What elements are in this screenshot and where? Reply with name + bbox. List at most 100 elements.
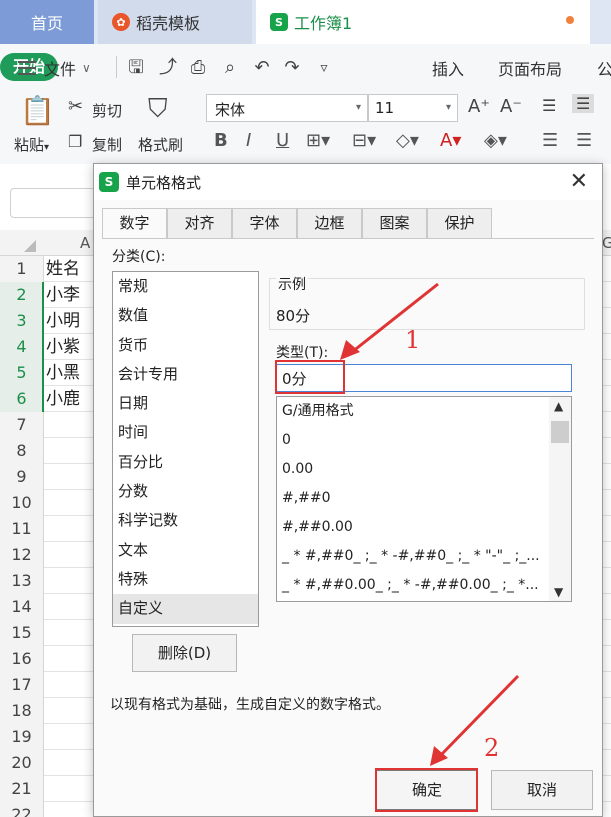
category-item[interactable]: 货币 xyxy=(113,331,258,360)
row-number[interactable]: 14 xyxy=(0,594,44,620)
category-item[interactable]: 自定义 xyxy=(113,594,258,624)
type-option[interactable]: 0.00 xyxy=(277,455,547,484)
category-item[interactable]: 科学记数 xyxy=(113,506,258,535)
cell-a[interactable]: 小鹿 xyxy=(46,386,80,412)
type-option[interactable]: _ * #,##0.00_ ;_ * -#,##0.00_ ;_ *... xyxy=(277,571,547,600)
row-number[interactable]: 15 xyxy=(0,620,44,646)
column-a-label[interactable]: A xyxy=(80,234,90,252)
redo-icon[interactable]: ↷ xyxy=(282,58,302,78)
category-item[interactable]: 分数 xyxy=(113,477,258,506)
copy-button[interactable]: 复制 xyxy=(92,134,122,155)
paste-icon[interactable]: 📋 xyxy=(20,94,55,127)
format-painter-button[interactable]: 格式刷 xyxy=(138,134,183,155)
cut-button[interactable]: 剪切 xyxy=(92,100,122,121)
cell-a[interactable]: 小黑 xyxy=(46,360,80,386)
type-list-scrollbar[interactable]: ▲ ▼ xyxy=(549,397,571,601)
type-option[interactable]: G/通用格式 xyxy=(277,397,547,426)
dialog-tab[interactable]: 数字 xyxy=(102,208,167,239)
scroll-up-icon[interactable]: ▲ xyxy=(554,399,563,413)
row-number[interactable]: 22 xyxy=(0,802,44,817)
type-option[interactable]: _ * #,##0_ ;_ * -#,##0_ ;_ * "-"_ ;_... xyxy=(277,542,547,571)
row-number[interactable]: 8 xyxy=(0,438,44,464)
undo-icon[interactable]: ↶ xyxy=(252,58,272,78)
customize-toolbar-icon[interactable]: ▿ xyxy=(314,58,334,78)
close-icon[interactable]: ✕ xyxy=(570,169,588,194)
category-list[interactable]: 常规 数值 货币 会计专用 日期 时间 百分比 分数 科学记数 文本 特殊 自定义 xyxy=(112,271,259,627)
type-option[interactable]: #,##0.00 xyxy=(277,513,547,542)
row-number[interactable]: 10 xyxy=(0,490,44,516)
fill-color-icon[interactable]: ◇▾ xyxy=(396,130,419,151)
category-item[interactable]: 日期 xyxy=(113,389,258,418)
row-number[interactable]: 6 xyxy=(0,386,44,412)
underline-icon[interactable]: U xyxy=(276,130,289,151)
scroll-down-icon[interactable]: ▼ xyxy=(554,585,563,599)
row-number[interactable]: 21 xyxy=(0,776,44,802)
row-number[interactable]: 3 xyxy=(0,308,44,334)
row-number[interactable]: 18 xyxy=(0,698,44,724)
align-left-icon[interactable]: ☰ xyxy=(542,130,558,151)
select-all-corner[interactable] xyxy=(24,240,36,252)
type-option[interactable]: 0 xyxy=(277,426,547,455)
border-icon[interactable]: ⊞▾ xyxy=(306,130,330,151)
row-number[interactable]: 16 xyxy=(0,646,44,672)
menu-file[interactable]: 文件 ∨ xyxy=(18,56,91,80)
export-icon[interactable]: ⤴ xyxy=(158,58,178,78)
cell-a[interactable]: 小紫 xyxy=(46,334,80,360)
align-middle-icon[interactable]: ☰ xyxy=(572,94,595,113)
tab-template[interactable]: ✿ 稻壳模板 xyxy=(98,0,252,44)
row-number[interactable]: 1 xyxy=(0,256,44,282)
category-item[interactable]: 会计专用 xyxy=(113,360,258,389)
category-item[interactable]: 文本 xyxy=(113,536,258,565)
italic-icon[interactable]: I xyxy=(246,130,251,151)
cell-a[interactable]: 小明 xyxy=(46,308,80,334)
print-preview-icon[interactable]: ⌕ xyxy=(220,58,240,78)
column-g-label[interactable]: G xyxy=(602,234,611,252)
dialog-tab[interactable]: 对齐 xyxy=(167,208,232,238)
cancel-button[interactable]: 取消 xyxy=(491,770,593,810)
category-item[interactable]: 数值 xyxy=(113,301,258,330)
type-option[interactable]: #,##0 xyxy=(277,484,547,513)
cell-a[interactable]: 小李 xyxy=(46,282,80,308)
align-center-icon[interactable]: ☰ xyxy=(576,130,592,151)
row-number[interactable]: 2 xyxy=(0,282,44,308)
merge-cells-icon[interactable]: ⊟▾ xyxy=(352,130,376,151)
row-number[interactable]: 5 xyxy=(0,360,44,386)
row-number[interactable]: 19 xyxy=(0,724,44,750)
cell-a[interactable]: 姓名 xyxy=(46,256,80,282)
type-list[interactable]: G/通用格式 0 0.00 #,##0 #,##0.00 _ * #,##0_ ;_ * … xyxy=(276,396,572,602)
dialog-tab[interactable]: 保护 xyxy=(427,208,492,238)
print-icon[interactable]: ⎙ xyxy=(188,58,208,78)
row-number[interactable]: 20 xyxy=(0,750,44,776)
row-number[interactable]: 12 xyxy=(0,542,44,568)
tab-home[interactable]: 首页 xyxy=(0,0,94,44)
dialog-tab[interactable]: 图案 xyxy=(362,208,427,238)
row-number[interactable]: 7 xyxy=(0,412,44,438)
menu-more[interactable]: 公 xyxy=(597,56,611,80)
font-name-select[interactable]: 宋体 ▾ xyxy=(206,94,368,122)
dialog-tab[interactable]: 边框 xyxy=(297,208,362,238)
row-number[interactable]: 13 xyxy=(0,568,44,594)
category-item[interactable]: 时间 xyxy=(113,418,258,447)
row-number[interactable]: 9 xyxy=(0,464,44,490)
menu-insert[interactable]: 插入 xyxy=(432,56,464,80)
scroll-thumb[interactable] xyxy=(551,421,569,443)
row-number[interactable]: 4 xyxy=(0,334,44,360)
category-item[interactable]: 百分比 xyxy=(113,448,258,477)
bold-icon[interactable]: B xyxy=(214,130,228,151)
category-item[interactable]: 特殊 xyxy=(113,565,258,594)
row-number[interactable]: 11 xyxy=(0,516,44,542)
clear-format-icon[interactable]: ◈▾ xyxy=(484,130,507,151)
align-top-icon[interactable]: ☰ xyxy=(542,96,556,115)
row-number[interactable]: 17 xyxy=(0,672,44,698)
menu-page-layout[interactable]: 页面布局 xyxy=(498,56,562,80)
tab-workbook[interactable]: S 工作簿1 xyxy=(256,0,590,44)
delete-button[interactable]: 删除(D) xyxy=(132,634,237,672)
font-size-select[interactable]: 11 ▾ xyxy=(368,94,458,122)
save-icon[interactable]: 🖫 xyxy=(126,58,146,78)
increase-font-icon[interactable]: A⁺ xyxy=(468,96,490,117)
category-item[interactable]: 常规 xyxy=(113,272,258,301)
dialog-tab[interactable]: 字体 xyxy=(232,208,297,238)
decrease-font-icon[interactable]: A⁻ xyxy=(500,96,522,117)
paste-button[interactable]: 粘贴▾ xyxy=(14,134,49,155)
font-color-icon[interactable]: A▾ xyxy=(440,130,461,151)
